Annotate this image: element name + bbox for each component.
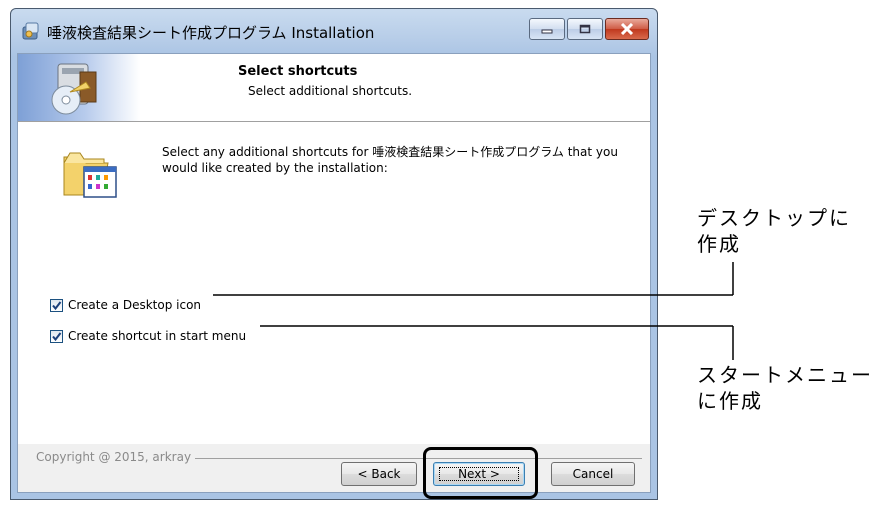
startmenu-annotation-line1: スタートメニュー bbox=[697, 363, 873, 387]
desktop-annotation-line2: 作成 bbox=[697, 232, 741, 256]
desktop-annotation-line1: デスクトップに bbox=[697, 206, 851, 230]
startmenu-annotation: スタートメニュー に作成 bbox=[697, 362, 873, 414]
startmenu-annotation-line2: に作成 bbox=[697, 389, 763, 413]
desktop-annotation: デスクトップに 作成 bbox=[697, 205, 851, 257]
